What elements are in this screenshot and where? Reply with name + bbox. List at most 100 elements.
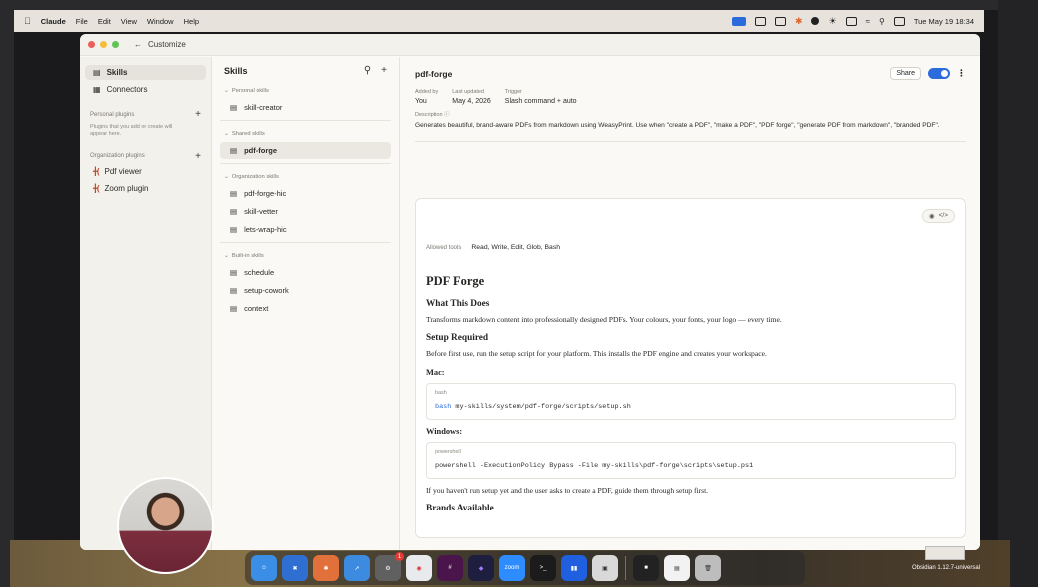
recent-document-icon[interactable]: ▤: [664, 555, 690, 581]
trigger-value: Slash command + auto: [504, 98, 577, 105]
group-personal-skills[interactable]: ⌄ Personal skills: [212, 82, 399, 98]
recent-window-icon[interactable]: ■: [633, 555, 659, 581]
skill-label: pdf-forge: [244, 146, 278, 155]
zoom-icon[interactable]: zoom: [499, 555, 525, 581]
desktop-file-icon[interactable]: [925, 546, 965, 560]
terminal-icon[interactable]: >_: [530, 555, 556, 581]
trash-icon[interactable]: 🗑: [695, 555, 721, 581]
safari-icon[interactable]: ➚: [344, 555, 370, 581]
window-titlebar: ← Customize: [80, 34, 980, 56]
apple-menu-icon[interactable]: : [24, 16, 31, 26]
skill-label: skill-vetter: [244, 207, 278, 216]
back-to-customize[interactable]: ← Customize: [134, 40, 186, 49]
group-label: Shared skills: [231, 131, 265, 137]
doc-windows-label: Windows:: [426, 426, 463, 436]
minimize-window-button[interactable]: [100, 41, 107, 48]
menu-window[interactable]: Window: [147, 17, 174, 26]
chrome-icon[interactable]: ◉: [406, 555, 432, 581]
allowed-tools-row: Allowed tools Read, Write, Edit, Glob, B…: [426, 244, 560, 251]
skill-item[interactable]: ▤ skill-vetter: [220, 203, 391, 220]
nav-item-label: Skills: [106, 68, 128, 77]
slack-icon[interactable]: #: [437, 555, 463, 581]
skill-item-selected[interactable]: ▤ pdf-forge: [220, 142, 391, 159]
trello-icon[interactable]: ▮▮: [561, 555, 587, 581]
nav-item-skills[interactable]: ▤ Skills: [85, 65, 206, 80]
claude-status-icon[interactable]: ✱: [795, 16, 803, 27]
doc-heading-what: What This Does: [426, 299, 490, 309]
more-options-icon[interactable]: ⋮: [957, 68, 966, 79]
code-view-icon[interactable]: </>: [937, 212, 950, 220]
group-organization-skills[interactable]: ⌄ Organization skills: [212, 168, 399, 184]
plugin-label: Zoom plugin: [104, 183, 149, 193]
search-icon[interactable]: ⚲: [364, 65, 371, 76]
brightness-icon[interactable]: ☀: [828, 16, 836, 27]
divider: [220, 163, 391, 164]
description-label: Description: [415, 112, 443, 118]
obsidian-icon[interactable]: ◆: [468, 555, 494, 581]
doc-paragraph: Before first use, run the setup script f…: [426, 349, 767, 359]
close-window-button[interactable]: [88, 41, 95, 48]
skills-list-panel: Skills ⚲ + ⌄ Personal skills ▤ skill-cre…: [212, 57, 400, 550]
xcode-icon[interactable]: ✖: [282, 555, 308, 581]
finder-icon[interactable]: ☺: [251, 555, 277, 581]
skill-item[interactable]: ▤ pdf-forge-hic: [220, 185, 391, 202]
skill-item[interactable]: ▤ context: [220, 300, 391, 317]
skill-icon: ▤: [230, 207, 238, 216]
description-text: Generates beautiful, brand-aware PDFs fr…: [415, 122, 940, 129]
nav-item-connectors[interactable]: ▦ Connectors: [85, 82, 206, 97]
back-label: Customize: [148, 40, 186, 49]
zoom-window-button[interactable]: [112, 41, 119, 48]
battery-icon[interactable]: [845, 16, 857, 26]
menu-view[interactable]: View: [121, 17, 137, 26]
group-label: Organization skills: [231, 174, 279, 180]
skill-enabled-toggle[interactable]: [928, 68, 950, 79]
plugin-zoom[interactable]: ╋( Zoom plugin: [85, 181, 206, 196]
skills-title: Skills: [224, 65, 248, 76]
claude-app-icon[interactable]: ✱: [313, 555, 339, 581]
menu-edit[interactable]: Edit: [98, 17, 111, 26]
info-icon[interactable]: ⓘ: [444, 112, 450, 118]
menu-app-name[interactable]: Claude: [41, 17, 66, 26]
connectors-icon: ▦: [93, 85, 101, 94]
last-updated-value: May 4, 2026: [452, 98, 491, 105]
code-language: bash: [435, 389, 447, 396]
section-label: Personal plugins: [90, 111, 135, 118]
group-shared-skills[interactable]: ⌄ Shared skills: [212, 125, 399, 141]
menu-help[interactable]: Help: [184, 17, 199, 26]
skill-meta: Added by You Last updated May 4, 2026 Tr…: [401, 80, 980, 105]
wifi-icon[interactable]: ≈: [866, 17, 870, 26]
view-mode-toggle[interactable]: ◉ </>: [921, 209, 955, 223]
chevron-down-icon: ⌄: [224, 253, 229, 259]
desktop-file-label[interactable]: Obsidian 1.12.7-universal: [908, 565, 984, 572]
share-button[interactable]: Share: [890, 67, 921, 80]
preview-eye-icon[interactable]: ◉: [927, 212, 937, 220]
plugin-pdf-viewer[interactable]: ╋( Pdf viewer: [85, 164, 206, 179]
add-skill-icon[interactable]: +: [381, 65, 387, 76]
code-line: powershell -ExecutionPolicy Bypass -File…: [435, 461, 754, 470]
chevron-down-icon: ⌄: [224, 174, 229, 180]
shield-icon[interactable]: [774, 16, 786, 26]
dock: ☺ ✖ ✱ ➚ ⚙ 1 ◉ # ◆ zoom >_ ▮▮ ▣ ■ ▤ 🗑: [245, 551, 805, 585]
group-built-in-skills[interactable]: ⌄ Built-in skills: [212, 247, 399, 263]
record-icon[interactable]: [811, 17, 820, 25]
search-icon[interactable]: ⚲: [879, 17, 885, 26]
notification-badge: 1: [395, 552, 404, 561]
add-personal-plugin-button[interactable]: +: [195, 109, 201, 120]
skill-detail-pane: pdf-forge Share ⋮ Added by You Last upda…: [401, 57, 980, 550]
add-org-plugin-button[interactable]: +: [195, 151, 201, 162]
chart-icon[interactable]: [754, 16, 766, 26]
skill-item[interactable]: ▤ schedule: [220, 264, 391, 281]
preview-icon[interactable]: ▣: [592, 555, 618, 581]
menubar-clock[interactable]: Tue May 19 18:34: [914, 17, 974, 26]
skill-item[interactable]: ▤ skill-creator: [220, 99, 391, 116]
settings-icon[interactable]: ⚙ 1: [375, 552, 404, 581]
screen-mirroring-icon[interactable]: [731, 16, 746, 26]
dock-separator: [625, 556, 626, 580]
menu-file[interactable]: File: [76, 17, 88, 26]
skill-item[interactable]: ▤ lets-wrap-hic: [220, 221, 391, 238]
code-block-windows: powershell powershell -ExecutionPolicy B…: [426, 441, 956, 479]
divider: [415, 140, 966, 142]
skill-item[interactable]: ▤ setup-cowork: [220, 282, 391, 299]
control-center-icon[interactable]: [893, 16, 905, 26]
plugin-label: Pdf viewer: [104, 166, 142, 176]
